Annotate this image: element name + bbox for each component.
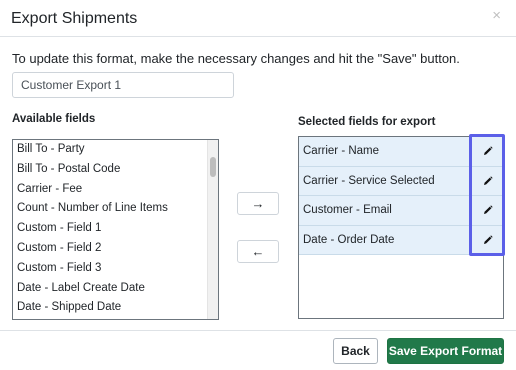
save-export-format-button[interactable]: Save Export Format: [387, 338, 504, 364]
arrow-right-icon: →: [251, 196, 265, 211]
available-field-item[interactable]: Custom - Field 2: [13, 239, 218, 259]
scrollbar-thumb[interactable]: [210, 157, 216, 177]
available-field-item[interactable]: Date - Label Create Date: [13, 279, 218, 299]
available-fields-list[interactable]: Bill To - Party Bill To - Postal Code Ca…: [12, 139, 219, 320]
pencil-icon[interactable]: [483, 205, 493, 215]
back-button[interactable]: Back: [333, 338, 378, 364]
format-name-input[interactable]: [12, 72, 234, 98]
available-fields-label: Available fields: [12, 113, 96, 125]
available-field-item[interactable]: Bill To - Postal Code: [13, 160, 218, 180]
edit-cell: [470, 196, 503, 225]
edit-cell: [470, 166, 503, 195]
selected-fields-label: Selected fields for export: [298, 116, 436, 128]
close-icon[interactable]: ×: [492, 8, 501, 24]
available-field-item[interactable]: Carrier - Fee: [13, 180, 218, 200]
pencil-icon[interactable]: [483, 146, 493, 156]
arrow-left-icon: ←: [251, 244, 265, 259]
move-right-button[interactable]: →: [237, 192, 279, 215]
edit-cell: [470, 225, 503, 254]
available-list-scrollbar[interactable]: [207, 140, 218, 319]
selected-field-item[interactable]: Carrier - Name: [299, 137, 503, 167]
instructions-text: To update this format, make the necessar…: [12, 51, 460, 66]
available-field-item[interactable]: Custom - Field 3: [13, 259, 218, 279]
selected-field-label: Carrier - Service Selected: [303, 174, 435, 187]
selected-field-item[interactable]: Carrier - Service Selected: [299, 166, 503, 196]
selected-field-item[interactable]: Customer - Email: [299, 196, 503, 226]
modal-header: Export Shipments ×: [0, 0, 516, 37]
export-shipments-modal: Export Shipments × To update this format…: [0, 0, 516, 370]
available-field-item[interactable]: Count - Number of Line Items: [13, 199, 218, 219]
selected-field-label: Customer - Email: [303, 204, 392, 216]
available-field-item[interactable]: Custom - Field 1: [13, 219, 218, 239]
pencil-icon[interactable]: [483, 175, 493, 186]
selected-fields-list[interactable]: Carrier - Name Carrier - Service Selecte…: [298, 136, 504, 319]
selected-field-label: Date - Order Date: [303, 233, 395, 246]
move-left-button[interactable]: ←: [237, 240, 279, 263]
selected-field-label: Carrier - Name: [303, 145, 380, 157]
available-field-item[interactable]: Bill To - Party: [13, 140, 218, 160]
selected-field-item[interactable]: Date - Order Date: [299, 225, 503, 255]
modal-title: Export Shipments: [11, 10, 138, 27]
edit-cell: [470, 137, 503, 166]
available-field-item[interactable]: Date - Shipped Date: [13, 298, 218, 318]
pencil-icon[interactable]: [483, 234, 493, 245]
